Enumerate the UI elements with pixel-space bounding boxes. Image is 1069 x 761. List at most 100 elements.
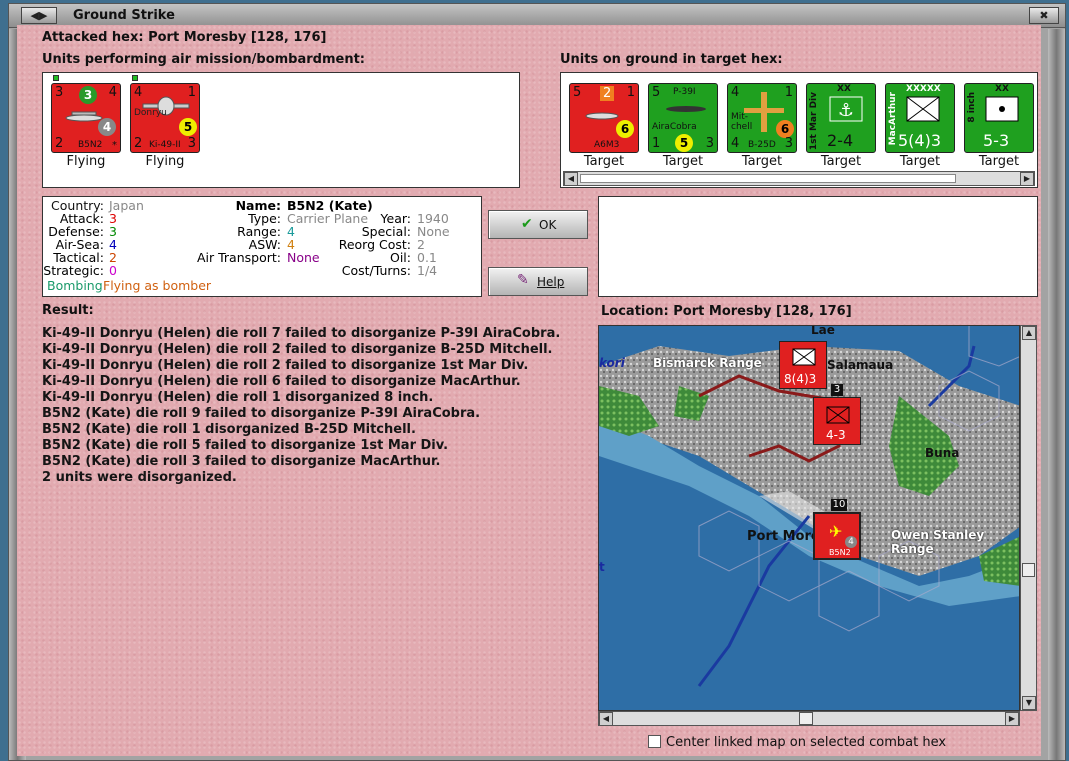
map-stack-strength: 8(4)3 <box>784 372 817 386</box>
scroll-thumb[interactable] <box>1022 563 1035 577</box>
counter-sub: Mit-chell <box>731 112 753 132</box>
counter-name: 8 inch <box>967 92 977 123</box>
ground-units-panel: 5 2 1 6 A6M3 Target 5 P-39I AiraCobra 5 … <box>560 72 1038 188</box>
counter-value: 3 <box>187 136 196 151</box>
counter-value: 2 <box>55 136 64 151</box>
svg-text:⚓: ⚓ <box>838 100 854 121</box>
result-line: Ki-49-II Donryu (Helen) die roll 2 faile… <box>42 342 553 357</box>
unit-status: Target <box>899 154 941 169</box>
artillery-icon <box>985 96 1019 122</box>
hq-cross-icon <box>906 96 940 122</box>
unit-counter-a6m3[interactable]: 5 2 1 6 A6M3 <box>569 83 639 153</box>
scroll-left-arrow[interactable]: ◀ <box>599 712 613 726</box>
unit-counter-b25[interactable]: 4 1 Mit-chell 6 4 B-25D 3 <box>727 83 797 153</box>
result-line: B5N2 (Kate) die roll 3 failed to disorga… <box>42 454 441 469</box>
result-line: Ki-49-II Donryu (Helen) die roll 6 faile… <box>42 374 521 389</box>
location-label: Location: Port Moresby [128, 176] <box>601 304 852 319</box>
counter-value: 3 <box>784 136 793 151</box>
map-stack-hq[interactable]: 8(4)3 <box>779 341 827 389</box>
center-map-checkbox[interactable] <box>648 735 661 748</box>
scroll-left-arrow[interactable]: ◀ <box>564 172 578 186</box>
plane-icon <box>666 106 706 112</box>
counter-name: Ki-49-II <box>149 140 181 150</box>
counter-value: 5 <box>573 85 582 100</box>
map-stack-count: 3 <box>831 384 843 396</box>
counter-value: 4 <box>108 85 117 100</box>
scroll-thumb[interactable] <box>799 712 813 725</box>
map-place-lae: Lae <box>811 325 835 337</box>
ok-button[interactable]: ✔ OK <box>488 210 588 239</box>
secondary-info-panel <box>598 196 1038 297</box>
ground-units-scrollbar[interactable]: ◀ ▶ <box>563 171 1035 186</box>
air-units-panel: 3 3 4 4 2 B5N2 * Flying 4 1 Donryu 5 2 K… <box>42 72 520 188</box>
counter-value: 2 <box>134 136 143 151</box>
counter-value: 2 <box>600 86 615 101</box>
status-pip <box>132 75 138 81</box>
unit-counter-8-inch[interactable]: 8 inch XX 5-3 <box>964 83 1034 153</box>
unit-counter-ki49[interactable]: 4 1 Donryu 5 2 Ki-49-II 3 <box>130 83 200 153</box>
counter-sub: AiraCobra <box>652 122 697 132</box>
result-line: 2 units were disorganized. <box>42 470 237 485</box>
strategic-key: Strategic: <box>43 263 104 278</box>
center-map-option[interactable]: Center linked map on selected combat hex <box>648 735 946 750</box>
scroll-right-arrow[interactable]: ▶ <box>1020 172 1034 186</box>
unit-size: XXXXX <box>906 84 941 94</box>
unit-status: Flying <box>145 154 185 169</box>
unit-status: Target <box>583 154 625 169</box>
map-place-owen-stanley: Owen Stanley Range <box>891 528 985 556</box>
result-line: B5N2 (Kate) die roll 9 failed to disorga… <box>42 406 481 421</box>
counter-badge: 5 <box>179 118 197 136</box>
result-line: B5N2 (Kate) die roll 5 failed to disorga… <box>42 438 449 453</box>
scroll-up-arrow[interactable]: ▲ <box>1022 326 1036 340</box>
result-line: Ki-49-II Donryu (Helen) die roll 2 faile… <box>42 358 529 373</box>
counter-value: 5 <box>652 85 661 100</box>
strategic-value: 0 <box>109 263 117 278</box>
unit-counter-1st-mar-div[interactable]: 1st Mar Div XX ⚓ 2-4 <box>806 83 876 153</box>
marine-anchor-icon: ⚓ <box>829 96 863 122</box>
counter-value: 3 <box>705 136 714 151</box>
map-stack-badge: 4 <box>845 536 857 548</box>
help-button[interactable]: ✎ Help <box>488 267 588 296</box>
air-units-label: Units performing air mission/bombardment… <box>42 52 366 67</box>
airtrans-key: Air Transport: <box>196 250 281 265</box>
scroll-down-arrow[interactable]: ▼ <box>1022 696 1036 710</box>
checkmark-icon: ✔ <box>521 216 533 232</box>
map-stack-name: B5N2 <box>829 548 851 557</box>
counter-value: 1 <box>652 136 661 151</box>
map-place-buna: Buna <box>925 446 960 460</box>
unit-status: Target <box>978 154 1020 169</box>
scroll-right-arrow[interactable]: ▶ <box>1005 712 1019 726</box>
unit-status: Target <box>741 154 783 169</box>
right-frame <box>1048 29 1065 760</box>
counter-value: 1 <box>626 85 635 100</box>
unit-strength: 5-3 <box>983 131 1010 150</box>
hq-cross-icon <box>792 348 816 366</box>
unit-details-panel: Country: Japan Attack: 3 Defense: 3 Air-… <box>42 196 482 297</box>
unit-counter-macarthur[interactable]: MacArthur XXXXX 5(4)3 <box>885 83 955 153</box>
plane-icon <box>585 112 619 120</box>
counter-value: 4 <box>731 136 740 151</box>
close-button[interactable]: ✖ <box>1029 7 1059 24</box>
map-place-t: t <box>599 560 605 574</box>
window-title: Ground Strike <box>73 8 175 23</box>
airtrans-value: None <box>287 250 320 265</box>
help-label: Help <box>537 275 565 289</box>
unit-status: Target <box>662 154 704 169</box>
plane-icon: ✈ <box>829 522 843 541</box>
unit-counter-p39[interactable]: 5 P-39I AiraCobra 5 1 3 <box>648 83 718 153</box>
unit-counter-b5n2[interactable]: 3 3 4 4 2 B5N2 * <box>51 83 121 153</box>
result-line: B5N2 (Kate) die roll 1 disorganized B-25… <box>42 422 416 437</box>
ground-units-label: Units on ground in target hex: <box>560 52 783 67</box>
map-stack-infantry[interactable]: 4-3 <box>813 397 861 445</box>
system-menu-button[interactable]: ◀▶ <box>21 7 57 24</box>
map-place-salamaua: Salamaua <box>827 358 894 372</box>
result-line: Ki-49-II Donryu (Helen) die roll 1 disor… <box>42 390 434 405</box>
type-value: Carrier Plane <box>287 211 369 226</box>
map-horizontal-scrollbar[interactable]: ◀ ▶ <box>598 711 1020 726</box>
map-vertical-scrollbar[interactable]: ▲ ▼ <box>1020 325 1037 711</box>
map-stack-combat[interactable]: ✈ 4 B5N2 <box>813 512 861 560</box>
location-map[interactable]: Lae Bismarck Range Salamaua Buna Port Mo… <box>598 325 1020 711</box>
counter-name: A6M3 <box>594 140 620 150</box>
scroll-thumb[interactable] <box>580 174 956 183</box>
counter-badge: 5 <box>675 134 693 152</box>
